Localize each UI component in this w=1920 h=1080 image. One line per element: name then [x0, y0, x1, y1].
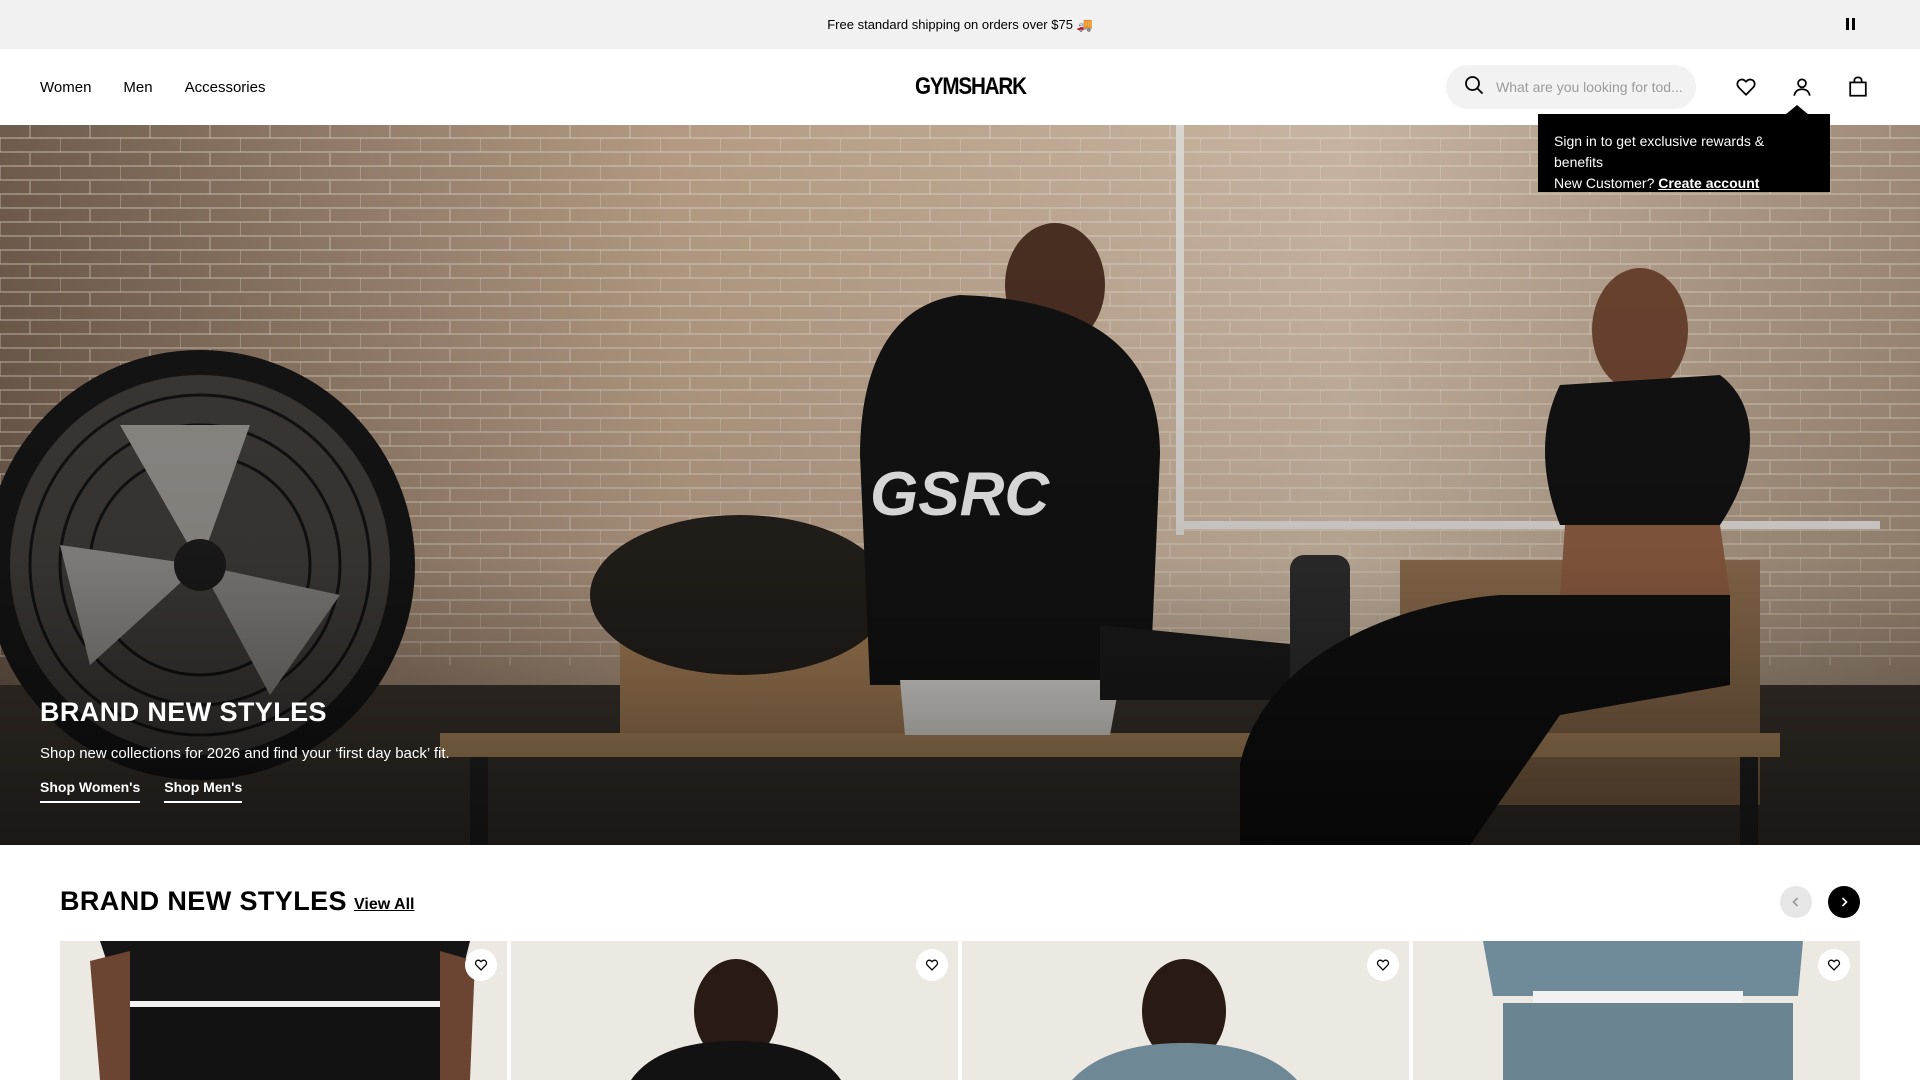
search-bar[interactable] [1446, 65, 1696, 109]
heart-icon[interactable] [1732, 73, 1760, 101]
announcement-bar: Free standard shipping on orders over $7… [0, 0, 1920, 49]
nav-men[interactable]: Men [123, 79, 152, 96]
product-card[interactable] [511, 941, 958, 1080]
product-card[interactable] [60, 941, 507, 1080]
chevron-left-icon[interactable] [1780, 886, 1812, 918]
product-carousel [60, 941, 1860, 1080]
product-image [631, 959, 841, 1080]
wishlist-heart-icon[interactable] [1367, 949, 1399, 981]
pause-icon[interactable] [1846, 18, 1858, 30]
hero-cta-links: Shop Women's Shop Men's [40, 779, 243, 803]
section-title: BRAND NEW STYLES [60, 886, 347, 916]
hero-banner: GSRC BRAND NEW STYLES Shop new collectio… [0, 125, 1920, 845]
gymshark-logo[interactable]: GYMSHARK [915, 73, 1027, 101]
main-nav: Women Men Accessories [40, 49, 265, 125]
create-account-link[interactable]: Create account [1658, 175, 1759, 191]
nav-accessories[interactable]: Accessories [185, 79, 266, 96]
new-customer-label: New Customer? [1554, 175, 1655, 191]
wishlist-heart-icon[interactable] [1818, 949, 1850, 981]
product-card[interactable] [962, 941, 1409, 1080]
product-image [1072, 959, 1297, 1080]
view-all-link[interactable]: View All [354, 896, 414, 914]
sign-in-tooltip: Sign in to get exclusive rewards & benef… [1538, 105, 1830, 194]
search-input[interactable] [1496, 79, 1696, 95]
announcement-text: Free standard shipping on orders over $7… [827, 16, 1093, 32]
chevron-right-icon[interactable] [1828, 886, 1860, 918]
hero-image: GSRC [0, 125, 1920, 845]
user-icon[interactable] [1788, 73, 1816, 101]
product-image [1483, 941, 1803, 1080]
nav-women[interactable]: Women [40, 79, 91, 96]
shop-womens-link[interactable]: Shop Women's [40, 779, 141, 803]
tooltip-new-customer: New Customer? Create account [1554, 173, 1814, 194]
hero-subtitle: Shop new collections for 2026 and find y… [40, 745, 450, 762]
search-icon [1464, 75, 1484, 100]
wishlist-heart-icon[interactable] [465, 949, 497, 981]
wishlist-heart-icon[interactable] [916, 949, 948, 981]
bag-icon[interactable] [1844, 73, 1872, 101]
shop-mens-link[interactable]: Shop Men's [164, 779, 243, 803]
product-card[interactable] [1413, 941, 1860, 1080]
tooltip-message: Sign in to get exclusive rewards & benef… [1554, 133, 1765, 170]
product-image [90, 941, 475, 1080]
hero-title: BRAND NEW STYLES [40, 697, 327, 727]
